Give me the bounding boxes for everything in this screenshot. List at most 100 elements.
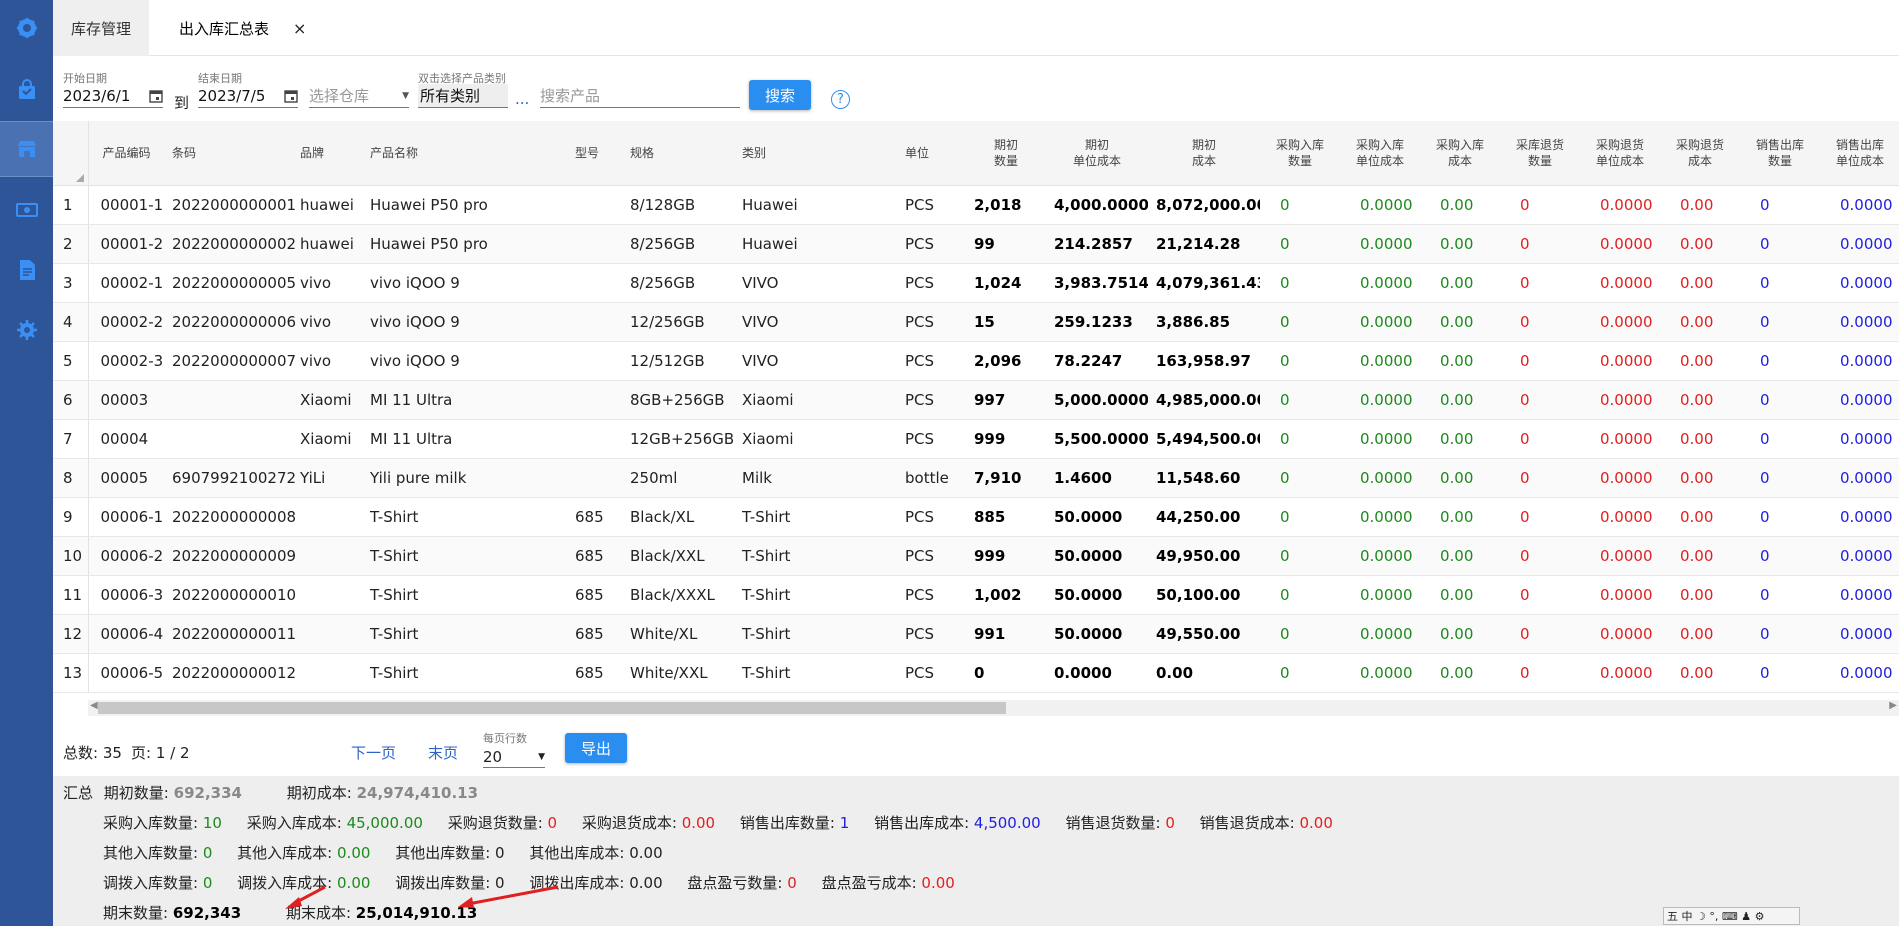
table-cell: 0 — [1260, 653, 1340, 693]
column-header[interactable]: 单位 — [903, 121, 966, 186]
column-header[interactable]: 采库退货 数量 — [1500, 121, 1580, 186]
red-arrow-head — [285, 897, 302, 909]
scroll-left-icon[interactable]: ◀ — [90, 700, 98, 711]
table-cell: 0.00 — [1420, 458, 1500, 498]
table-row[interactable]: 7 00004 Xiaomi MI 11 Ultra 12GB+256GB Xiaomi P… — [53, 419, 1899, 459]
column-header[interactable]: 类别 — [740, 121, 903, 186]
rows-per-page-select[interactable]: 每页行数 20 ▼ — [483, 730, 545, 768]
column-header[interactable]: 产品名称 — [368, 121, 573, 186]
table-cell: 8/256GB — [628, 263, 740, 303]
table-cell: 0 — [1740, 575, 1820, 615]
end-date-field[interactable]: 结束日期 2023/7/5 — [198, 70, 298, 108]
table-cell: 0.0000 — [1820, 458, 1899, 498]
table-row[interactable]: 3 00002-1 2022000000005 vivo vivo iQOO 9 8/25… — [53, 263, 1899, 303]
column-header[interactable]: 期初 数量 — [966, 121, 1046, 186]
table-row[interactable]: 11 00006-3 2022000000010 T-Shirt 685 Black/XX… — [53, 575, 1899, 615]
row-index: 2 — [53, 224, 89, 264]
table-row[interactable]: 9 00006-1 2022000000008 T-Shirt 685 Black/XL T… — [53, 497, 1899, 537]
tab-summary[interactable]: 出入库汇总表 × — [149, 0, 319, 56]
table-row[interactable]: 10 00006-2 2022000000009 T-Shirt 685 Black/XX… — [53, 536, 1899, 576]
column-header[interactable]: 销售出库 单位成本 — [1820, 121, 1899, 186]
next-page-link[interactable]: 下一页 — [351, 742, 396, 763]
shopping-bag-icon[interactable] — [0, 62, 53, 118]
table-row[interactable]: 2 00001-2 2022000000002 huawei Huawei P50 pr… — [53, 224, 1899, 264]
money-icon[interactable] — [0, 182, 53, 238]
table-cell: White/XL — [628, 614, 740, 654]
column-header[interactable]: 条码 — [170, 121, 298, 186]
table-cell — [573, 224, 628, 264]
table-cell: 0.00 — [1660, 614, 1740, 654]
table-cell: Black/XL — [628, 497, 740, 537]
table-row[interactable]: 6 00003 Xiaomi MI 11 Ultra 8GB+256GB Xiaomi PC… — [53, 380, 1899, 420]
tab-summary-label: 出入库汇总表 — [179, 19, 270, 38]
store-icon[interactable] — [0, 121, 53, 177]
table-cell: T-Shirt — [740, 497, 903, 537]
table-cell: 0.00 — [1660, 380, 1740, 420]
column-header[interactable]: 采购入库 数量 — [1260, 121, 1340, 186]
ime-toolbar[interactable]: 五 中 ☽ °, ⌨ ♟ ⚙ — [1663, 907, 1800, 925]
table-row[interactable]: 8 00005 6907992100272 YiLi Yili pure milk 250… — [53, 458, 1899, 498]
search-button[interactable]: 搜索 — [749, 80, 811, 110]
table-cell: 50.0000 — [1046, 497, 1148, 537]
row-index: 13 — [53, 653, 89, 693]
table-cell: PCS — [903, 536, 966, 576]
table-cell: 0.0000 — [1820, 419, 1899, 459]
gear-badge-icon[interactable] — [0, 0, 53, 56]
table-cell: 0.00 — [1420, 575, 1500, 615]
table-row[interactable]: 12 00006-4 2022000000011 T-Shirt 685 White/XL… — [53, 614, 1899, 654]
column-header[interactable]: 采购入库 成本 — [1420, 121, 1500, 186]
help-icon[interactable]: ? — [831, 90, 850, 109]
tab-inventory[interactable]: 库存管理 — [53, 0, 149, 56]
row-index: 4 — [53, 302, 89, 342]
last-page-link[interactable]: 末页 — [428, 742, 458, 763]
stocktake-cost-value: 0.00 — [921, 874, 955, 892]
table-cell: 00006-2 — [88, 536, 170, 576]
column-header[interactable]: 规格 — [628, 121, 740, 186]
summary-table: 产品编码 条码 品牌 产品名称 型号 规格 类别 单位 期初 数量 期初 单位成本 期初 成本 采购入库 数量… — [53, 121, 1899, 717]
document-icon[interactable] — [0, 242, 53, 298]
table-cell: 0.00 — [1660, 458, 1740, 498]
table-cell: vivo iQOO 9 — [368, 263, 573, 303]
scroll-right-icon[interactable]: ▶ — [1889, 700, 1897, 711]
table-cell: PCS — [903, 497, 966, 537]
warehouse-select[interactable]: 选择仓库 ▼ — [309, 70, 409, 108]
table-cell: 00002-1 — [88, 263, 170, 303]
column-header[interactable]: 型号 — [573, 121, 628, 186]
column-header[interactable]: 采购入库 单位成本 — [1340, 121, 1420, 186]
table-cell: 0.0000 — [1340, 263, 1420, 303]
category-field[interactable]: 双击选择产品类别 所有类别 — [418, 70, 508, 108]
table-row[interactable]: 1 00001-1 2022000000001 huawei Huawei P50 pr… — [53, 185, 1899, 225]
table-cell: 0 — [1500, 497, 1580, 537]
table-cell: 8/128GB — [628, 185, 740, 225]
table-cell: 0 — [1260, 497, 1340, 537]
close-icon[interactable]: × — [293, 19, 306, 38]
table-cell: 0.00 — [1420, 341, 1500, 381]
table-cell: PCS — [903, 302, 966, 342]
column-header[interactable]: 销售出库 数量 — [1740, 121, 1820, 186]
table-cell: 0.0000 — [1340, 536, 1420, 576]
category-picker-button[interactable]: ... — [515, 90, 529, 108]
table-cell: 12/512GB — [628, 341, 740, 381]
column-header[interactable]: 采购退货 单位成本 — [1580, 121, 1660, 186]
search-input[interactable]: 搜索产品 — [540, 70, 740, 108]
column-header[interactable]: 期初 成本 — [1148, 121, 1260, 186]
table-row[interactable]: 5 00002-3 2022000000007 vivo vivo iQOO 9 12/5… — [53, 341, 1899, 381]
scrollbar-thumb[interactable] — [98, 702, 1006, 714]
export-button[interactable]: 导出 — [565, 733, 627, 763]
table-row[interactable]: 4 00002-2 2022000000006 vivo vivo iQOO 9 12/2… — [53, 302, 1899, 342]
table-cell: 0.00 — [1660, 224, 1740, 264]
settings-icon[interactable] — [0, 302, 53, 358]
horizontal-scrollbar[interactable]: ◀ ▶ — [88, 700, 1899, 716]
column-header[interactable]: 产品编码 — [88, 121, 170, 186]
column-header[interactable]: 采购退货 成本 — [1660, 121, 1740, 186]
table-cell: 163,958.97 — [1148, 341, 1260, 381]
calendar-icon[interactable] — [284, 89, 298, 103]
column-header[interactable]: 期初 单位成本 — [1046, 121, 1148, 186]
calendar-icon[interactable] — [149, 89, 163, 103]
summary-panel: 汇总 期初数量: 692,334 期初成本: 24,974,410.13 采购入… — [53, 776, 1899, 926]
table-row[interactable]: 13 00006-5 2022000000012 T-Shirt 685 White/XX… — [53, 653, 1899, 693]
start-date-field[interactable]: 开始日期 2023/6/1 — [63, 70, 163, 108]
table-cell: 0.0000 — [1820, 380, 1899, 420]
table-body: 1 00001-1 2022000000001 huawei Huawei P50 pr… — [53, 185, 1899, 693]
column-header[interactable]: 品牌 — [298, 121, 368, 186]
